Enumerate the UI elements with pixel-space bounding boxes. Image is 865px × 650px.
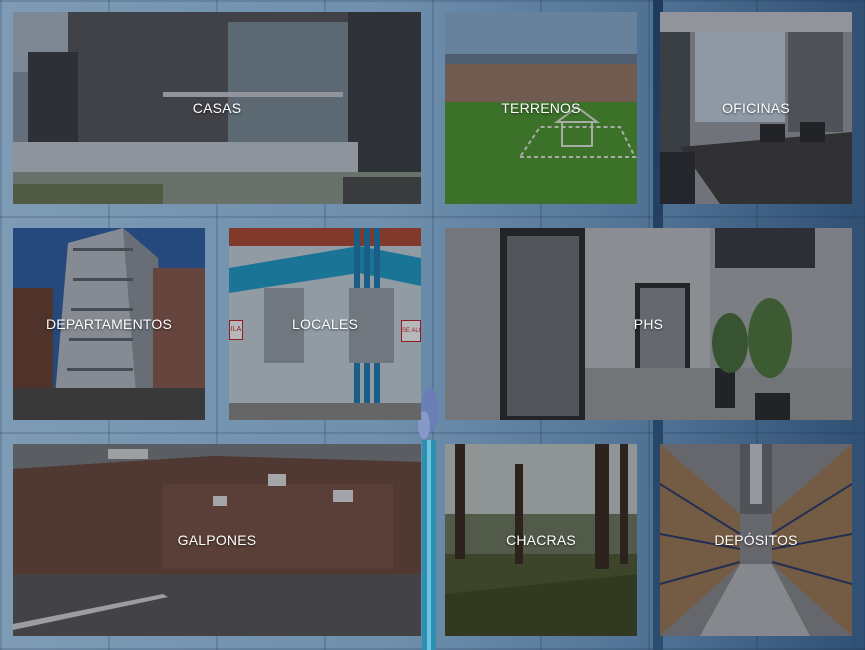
tile-label: DEPARTAMENTOS [45,316,173,332]
category-tile-casas[interactable]: CASAS [13,12,421,204]
category-tile-galpones[interactable]: GALPONES [13,444,421,636]
tile-label: CASAS [192,100,242,116]
tile-label: PHS [633,316,664,332]
category-tile-departamentos[interactable]: DEPARTAMENTOS [13,228,205,420]
tile-label: OFICINAS [722,100,790,116]
tile-label: DEPÓSITOS [714,532,798,548]
tile-label: TERRENOS [501,100,581,116]
category-tile-terrenos[interactable]: TERRENOS [445,12,637,204]
tile-label: LOCALES [292,316,358,332]
category-tile-chacras[interactable]: CHACRAS [445,444,637,636]
tile-label: CHACRAS [506,532,576,548]
tile-label: GALPONES [177,532,257,548]
category-tile-oficinas[interactable]: OFICINAS [660,12,852,204]
category-tile-phs[interactable]: PHS [445,228,852,420]
category-tile-depositos[interactable]: DEPÓSITOS [660,444,852,636]
category-tile-locales[interactable]: ILA SE ALQ LOCALES [229,228,421,420]
